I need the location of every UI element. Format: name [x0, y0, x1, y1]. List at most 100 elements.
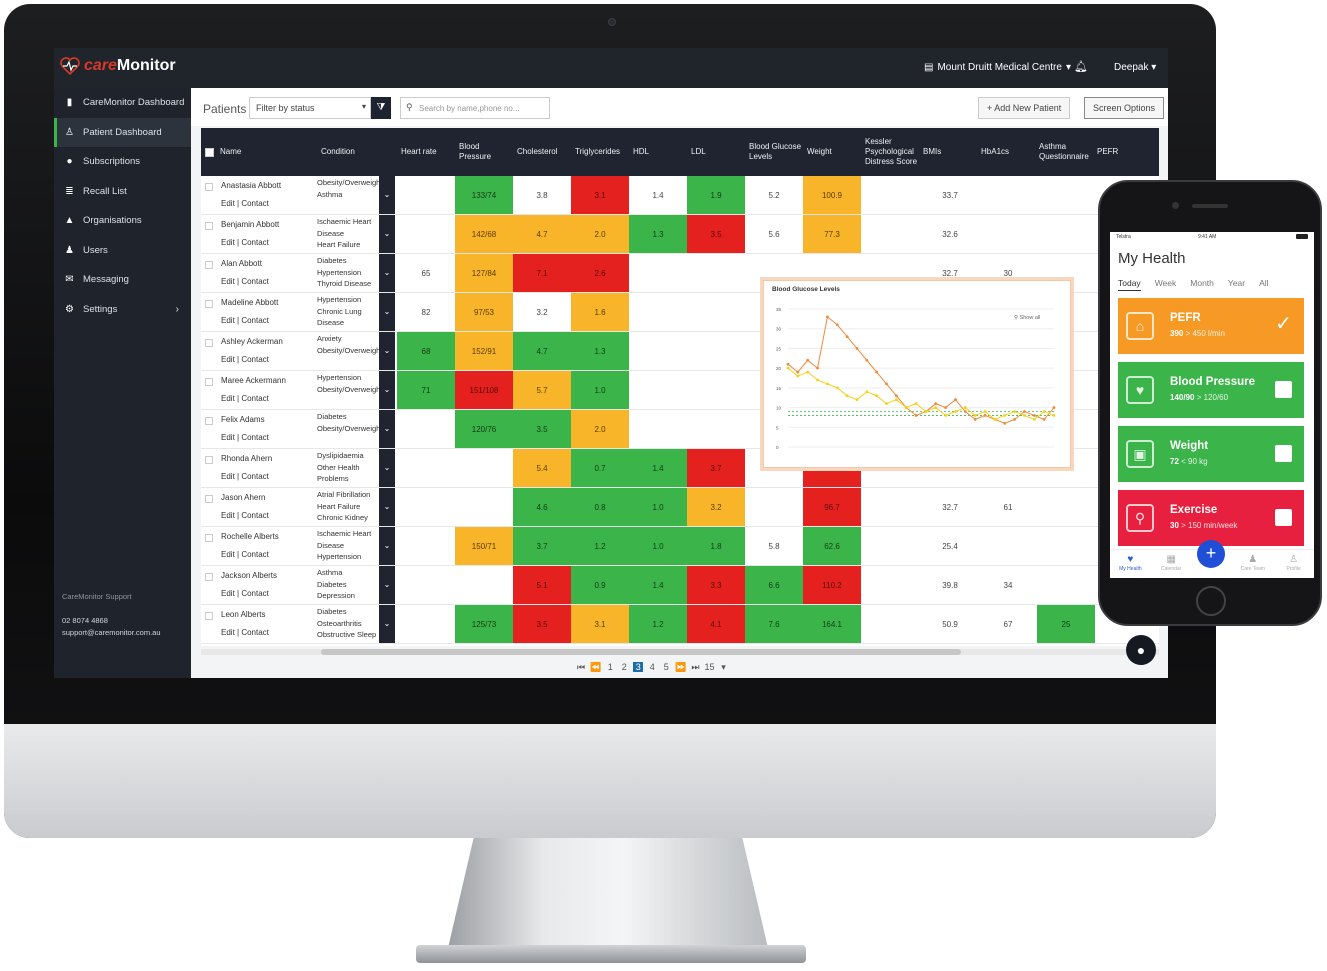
hdl-cell[interactable] — [629, 410, 687, 448]
hdl-cell[interactable]: 1.0 — [629, 527, 687, 565]
chol-cell[interactable]: 3.5 — [513, 410, 571, 448]
condition-expand-button[interactable]: ⌄ — [379, 176, 395, 214]
data-point[interactable] — [894, 398, 898, 402]
edit-link[interactable]: Edit — [221, 550, 235, 559]
chol-cell[interactable]: 3.7 — [513, 527, 571, 565]
bp-cell[interactable]: 120/76 — [455, 410, 513, 448]
sidebar-item-subscriptions[interactable]: ● Subscriptions — [54, 147, 191, 177]
bgl-cell[interactable] — [745, 488, 803, 526]
contact-link[interactable]: Contact — [241, 277, 269, 286]
status-filter-select[interactable]: Filter by status ▾ — [249, 97, 371, 119]
data-point[interactable] — [944, 414, 948, 417]
data-point[interactable] — [835, 386, 839, 390]
nav-my-health[interactable]: ♥ My Health — [1112, 554, 1148, 578]
row-checkbox[interactable] — [205, 378, 213, 386]
bgl-cell[interactable]: 6.6 — [745, 566, 803, 604]
trig-cell[interactable]: 1.6 — [571, 293, 629, 331]
data-point[interactable] — [944, 406, 948, 409]
patient-name[interactable]: Benjamin Abbott — [221, 220, 279, 229]
edit-link[interactable]: Edit — [221, 199, 235, 208]
ldl-cell[interactable] — [687, 293, 745, 331]
row-checkbox[interactable] — [205, 222, 213, 230]
page-number[interactable]: 1 — [605, 662, 615, 672]
weight-cell[interactable]: 96.7 — [803, 488, 861, 526]
bp-cell[interactable] — [455, 488, 513, 526]
card-checkbox[interactable] — [1275, 445, 1292, 462]
chol-cell[interactable]: 3.8 — [513, 176, 571, 214]
hdl-cell[interactable]: 1.0 — [629, 488, 687, 526]
bp-cell[interactable]: 133/74 — [455, 176, 513, 214]
row-checkbox[interactable] — [205, 339, 213, 347]
data-point[interactable] — [816, 366, 819, 370]
hdl-cell[interactable]: 1.2 — [629, 605, 687, 643]
edit-link[interactable]: Edit — [221, 355, 235, 364]
ldl-cell[interactable]: 4.1 — [687, 605, 745, 643]
condition-expand-button[interactable]: ⌄ — [379, 371, 395, 409]
condition-expand-button[interactable]: ⌄ — [379, 254, 395, 292]
edit-link[interactable]: Edit — [221, 238, 235, 247]
bp-cell[interactable]: 151/108 — [455, 371, 513, 409]
hdl-cell[interactable]: 1.4 — [629, 449, 687, 487]
weight-cell[interactable]: 77.3 — [803, 215, 861, 253]
data-point[interactable] — [1032, 418, 1036, 421]
tab-month[interactable]: Month — [1190, 278, 1214, 291]
nav-care-team[interactable]: ♟ Care Team — [1235, 554, 1271, 578]
data-point[interactable] — [914, 414, 918, 417]
data-point[interactable] — [1023, 410, 1026, 413]
patient-name[interactable]: Anastasia Abbott — [221, 181, 281, 190]
weight-cell[interactable]: 164.1 — [803, 605, 861, 643]
data-point[interactable] — [983, 414, 987, 417]
data-point[interactable] — [875, 370, 879, 374]
data-point[interactable] — [1023, 414, 1026, 417]
row-checkbox[interactable] — [205, 183, 213, 191]
patient-name[interactable]: Leon Alberts — [221, 610, 265, 619]
data-point[interactable] — [954, 398, 957, 402]
card-checkbox[interactable] — [1275, 381, 1292, 398]
sidebar-item-users[interactable]: ♟ Users — [54, 236, 191, 266]
condition-expand-button[interactable]: ⌄ — [379, 527, 395, 565]
condition-expand-button[interactable]: ⌄ — [379, 605, 395, 643]
bp-cell[interactable]: 152/91 — [455, 332, 513, 370]
edit-link[interactable]: Edit — [221, 589, 235, 598]
bp-cell[interactable] — [455, 566, 513, 604]
bgl-cell[interactable]: 5.6 — [745, 215, 803, 253]
patient-name[interactable]: Madeline Abbott — [221, 298, 278, 307]
sidebar-item-recall-list[interactable]: ≣ Recall List — [54, 177, 191, 207]
contact-link[interactable]: Contact — [241, 511, 269, 520]
sidebar-item-patient-dashboard[interactable]: ♙ Patient Dashboard — [54, 117, 191, 147]
row-checkbox[interactable] — [205, 456, 213, 464]
contact-link[interactable]: Contact — [241, 550, 269, 559]
condition-expand-button[interactable]: ⌄ — [379, 566, 395, 604]
weight-cell[interactable]: 100.9 — [803, 176, 861, 214]
trig-cell[interactable]: 0.7 — [571, 449, 629, 487]
ldl-cell[interactable]: 3.2 — [687, 488, 745, 526]
patient-name[interactable]: Rhonda Ahern — [221, 454, 272, 463]
bp-cell[interactable]: 150/71 — [455, 527, 513, 565]
scrollbar-thumb[interactable] — [321, 649, 961, 655]
trig-cell[interactable]: 1.3 — [571, 332, 629, 370]
last-page-icon[interactable]: ⏭ — [690, 662, 700, 673]
health-card-pefr[interactable]: ⌂ PEFR 390 > 450 l/min ✓ — [1118, 298, 1304, 354]
row-checkbox[interactable] — [205, 300, 213, 308]
sidebar-item-settings[interactable]: ⚙ Settings › — [54, 295, 191, 325]
page-number[interactable]: 3 — [633, 662, 644, 672]
patient-name[interactable]: Maree Ackermann — [221, 376, 286, 385]
chol-cell[interactable]: 3.5 — [513, 605, 571, 643]
data-point[interactable] — [1052, 406, 1056, 409]
next-page-icon[interactable]: ⏩ — [675, 662, 686, 673]
data-point[interactable] — [835, 323, 839, 327]
data-point[interactable] — [845, 394, 849, 398]
hdl-cell[interactable] — [629, 293, 687, 331]
condition-expand-button[interactable]: ⌄ — [379, 215, 395, 253]
sidebar-item-caremonitor-dashboard[interactable]: ▮ CareMonitor Dashboard — [54, 88, 191, 118]
prev-page-icon[interactable]: ⏪ — [590, 662, 601, 673]
data-point[interactable] — [806, 370, 810, 374]
select-all-checkbox[interactable] — [205, 147, 214, 157]
card-checkbox[interactable] — [1275, 509, 1292, 526]
page-number[interactable]: 2 — [619, 662, 629, 672]
tab-today[interactable]: Today — [1118, 278, 1141, 291]
bgl-cell[interactable]: 5.8 — [745, 527, 803, 565]
bp-cell[interactable] — [455, 449, 513, 487]
data-point[interactable] — [875, 394, 879, 398]
data-point[interactable] — [796, 370, 800, 374]
